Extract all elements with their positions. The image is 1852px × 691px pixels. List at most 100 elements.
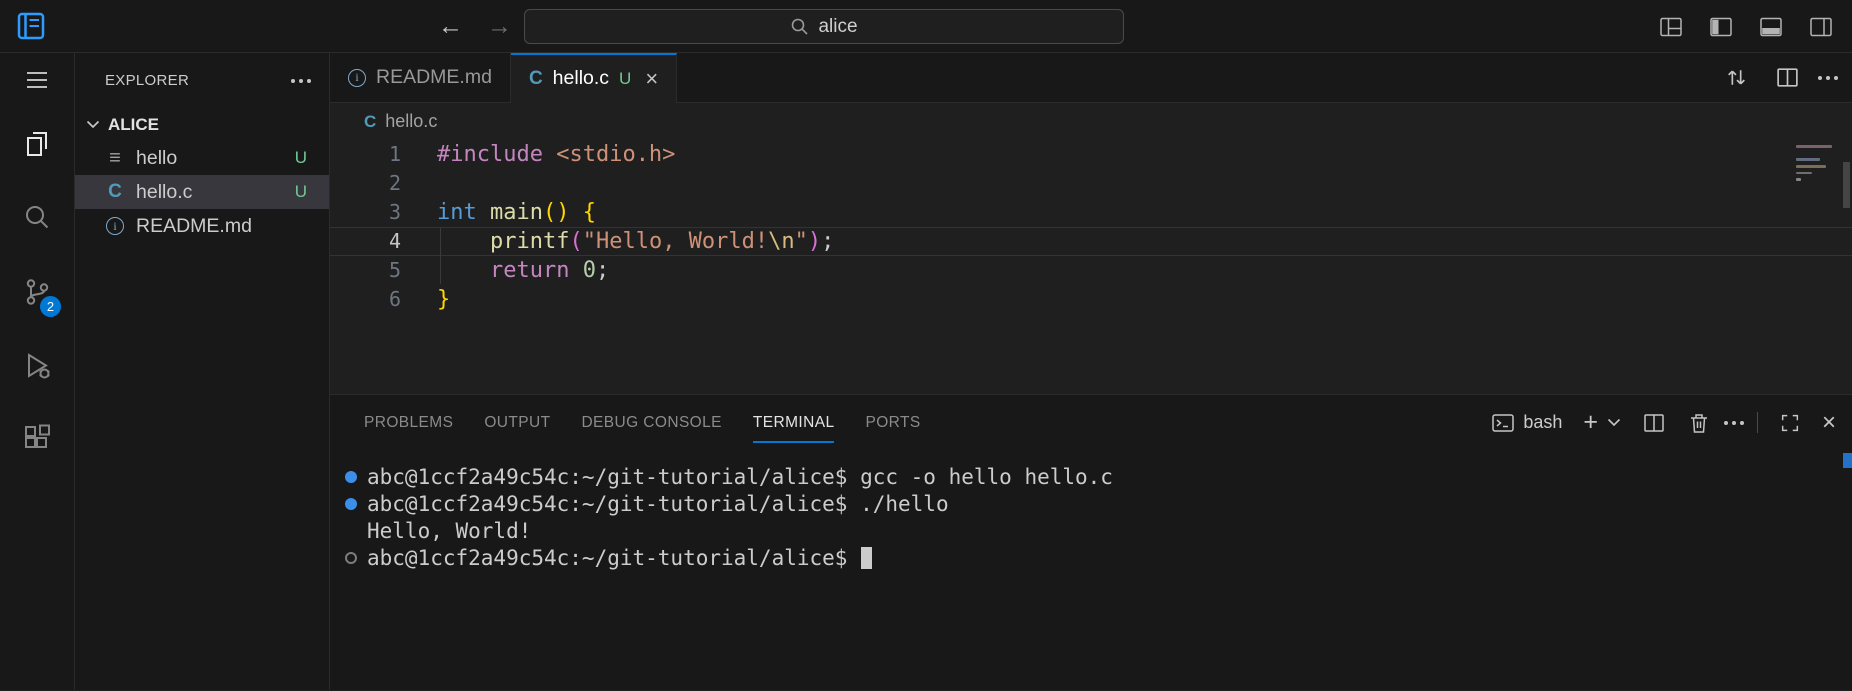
customize-layout-icon[interactable] [1658,14,1684,40]
terminal[interactable]: abc@1ccf2a49c54c:~/git-tutorial/alice$ g… [330,450,1852,690]
new-terminal-icon[interactable]: + [1583,410,1598,435]
menu-icon [27,72,47,88]
terminal-icon [1491,411,1515,435]
app-logo [16,11,46,46]
code-text: printf("Hello, World!\n"); [437,228,834,255]
close-panel-icon[interactable]: × [1822,411,1836,435]
panel-tabs: PROBLEMS OUTPUT DEBUG CONSOLE TERMINAL PORTS [364,395,921,450]
tab-readme-md[interactable]: i README.md [330,53,511,102]
explorer-sidebar: EXPLORER ALICE ≡ hello U C hello.c U i R… [75,53,330,690]
binary-file-icon: ≡ [109,147,121,170]
code-line[interactable]: 6} [330,285,1852,314]
code-text: } [437,285,450,314]
open-changes-icon[interactable] [1724,65,1749,90]
run-debug-icon [21,350,53,382]
terminal-gutter-spacer [345,525,357,537]
terminal-line: abc@1ccf2a49c54c:~/git-tutorial/alice$ .… [345,490,1852,517]
go-forward-icon[interactable]: → [487,12,512,41]
code-text: int main() { [437,198,596,227]
panel-tab-problems[interactable]: PROBLEMS [364,395,453,450]
activity-item-search[interactable] [0,181,74,255]
git-status-badge: U [295,148,307,168]
search-icon [21,202,53,234]
shell-label: bash [1523,412,1562,433]
command-center-search[interactable]: alice [524,9,1124,44]
editor-scrollbar[interactable] [1843,162,1850,208]
code-line[interactable]: 1#include <stdio.h> [330,140,1852,169]
go-back-icon[interactable]: ← [438,12,463,41]
breadcrumb-file[interactable]: hello.c [385,111,437,132]
terminal-command-decoration [345,552,357,564]
folder-name: ALICE [108,115,159,135]
files-icon [21,128,53,160]
code-lines: 1#include <stdio.h>23int main() {4 print… [330,140,1852,314]
activity-bar: 2 [0,53,75,690]
split-terminal-icon[interactable] [1642,411,1666,435]
terminal-command-decoration[interactable] [345,471,357,483]
panel-controls: bash + [1491,410,1836,435]
code-line[interactable]: 3 int main() { [330,198,1852,227]
info-icon: i [106,217,124,235]
explorer-more-actions-icon[interactable] [299,79,303,83]
panel-tab-output[interactable]: OUTPUT [484,395,550,450]
editor-more-actions-icon[interactable] [1826,76,1830,80]
breadcrumb[interactable]: C hello.c [330,103,1852,140]
file-item-hello[interactable]: ≡ hello U [75,141,329,175]
code-text: return 0; [437,256,609,285]
info-icon: i [348,69,366,87]
toggle-secondary-sidebar-icon[interactable] [1808,14,1834,40]
activity-item-extensions[interactable] [0,403,74,477]
kill-terminal-icon[interactable] [1687,411,1711,435]
history-navigation: ← → [438,0,512,53]
maximize-panel-icon[interactable] [1779,412,1801,434]
terminal-cursor [861,547,872,569]
line-number: 6 [330,285,401,314]
search-icon [790,17,809,36]
tab-label: README.md [376,66,492,89]
code-editor[interactable]: 1#include <stdio.h>23int main() {4 print… [330,140,1852,394]
file-item-hello-c[interactable]: C hello.c U [75,175,329,209]
code-line[interactable]: 4 printf("Hello, World!\n"); [330,227,1852,256]
code-line[interactable]: 5 return 0; [330,256,1852,285]
folder-section-alice[interactable]: ALICE [75,108,329,141]
line-number: 3 [330,198,401,227]
menu-button[interactable] [0,53,74,107]
terminal-shell-chip[interactable]: bash [1491,411,1562,435]
terminal-dropdown-icon[interactable] [1607,418,1621,427]
close-tab-icon[interactable]: × [645,68,658,90]
activity-item-run-debug[interactable] [0,329,74,403]
toggle-panel-icon[interactable] [1758,14,1784,40]
toggle-primary-sidebar-icon[interactable] [1708,14,1734,40]
activity-item-source-control[interactable]: 2 [0,255,74,329]
code-line[interactable]: 2 [330,169,1852,198]
activity-item-explorer[interactable] [0,107,74,181]
c-file-icon: C [108,181,122,203]
panel-tab-terminal[interactable]: TERMINAL [753,395,835,450]
terminal-text: abc@1ccf2a49c54c:~/git-tutorial/alice$ .… [367,492,949,516]
search-value: alice [818,16,857,38]
panel-more-actions-icon[interactable] [1732,421,1736,425]
git-status-badge: U [619,69,631,89]
terminal-text: abc@1ccf2a49c54c:~/git-tutorial/alice$ g… [367,465,1113,489]
split-editor-icon[interactable] [1775,65,1800,90]
minimap[interactable] [1796,145,1836,185]
terminal-command-decoration[interactable] [345,498,357,510]
editor-tab-bar: i README.md C hello.c U × [330,53,1852,103]
terminal-text: abc@1ccf2a49c54c:~/git-tutorial/alice$ [367,546,860,570]
file-name: README.md [136,215,252,238]
file-item-readme[interactable]: i README.md [75,209,329,243]
terminal-line: abc@1ccf2a49c54c:~/git-tutorial/alice$ [345,544,1852,571]
line-number: 2 [330,169,401,198]
workbench: 2 EXPLORER ALICE ≡ [0,53,1852,690]
tab-hello-c[interactable]: C hello.c U × [511,53,677,102]
bottom-panel: PROBLEMS OUTPUT DEBUG CONSOLE TERMINAL PORTS… [330,394,1852,690]
code-text: #include <stdio.h> [437,140,675,169]
terminal-scrollbar-indicator [1843,453,1852,468]
source-control-badge: 2 [40,296,61,317]
editor-group: i README.md C hello.c U × C he [330,53,1852,690]
title-bar: ← → alice [0,0,1852,53]
panel-tab-debug-console[interactable]: DEBUG CONSOLE [581,395,721,450]
line-number: 4 [330,228,401,255]
panel-tab-ports[interactable]: PORTS [865,395,920,450]
line-number: 5 [330,256,401,285]
